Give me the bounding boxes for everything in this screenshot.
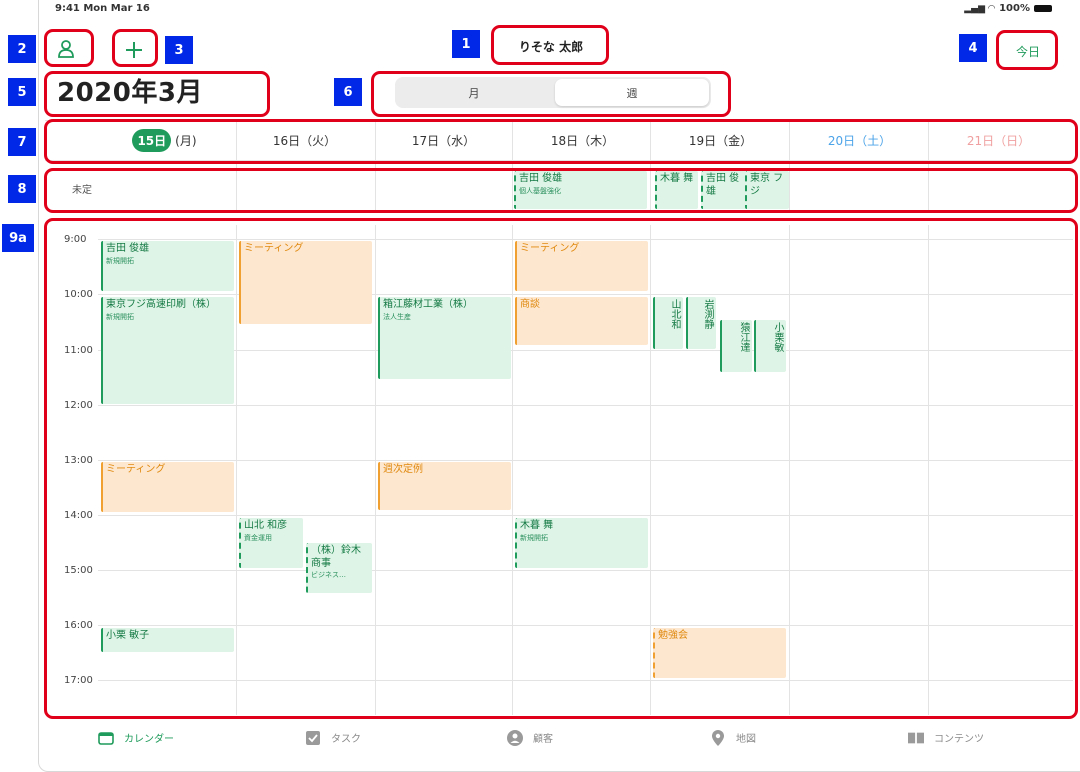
tab-label: カレンダー (124, 734, 174, 745)
annotation-tag-6: 6 (334, 78, 362, 106)
tab-customer[interactable]: 顧客 (507, 729, 553, 746)
highlight-box-2 (44, 29, 94, 67)
tab-bar: カレンダー タスク 顧客 地図 コンテンツ (40, 720, 1080, 770)
tab-calendar[interactable]: カレンダー (98, 730, 174, 745)
highlight-box-7 (44, 119, 1078, 164)
annotation-tag-8: 8 (8, 175, 36, 203)
battery-percent: 100% (999, 3, 1030, 14)
highlight-box-6 (371, 71, 731, 117)
highlight-box-1 (491, 25, 609, 65)
annotation-tag-2: 2 (8, 35, 36, 63)
annotation-tag-3: 3 (165, 36, 193, 64)
highlight-box-9a (44, 218, 1078, 719)
signal-icon: ▂▄▆ ◠ (964, 3, 996, 14)
tab-label: 地図 (736, 734, 756, 745)
book-icon (908, 731, 924, 745)
annotation-tag-1: 1 (452, 30, 480, 58)
annotation-tag-9a: 9a (2, 224, 34, 252)
annotation-tag-7: 7 (8, 128, 36, 156)
tab-label: コンテンツ (934, 734, 984, 745)
tab-map[interactable]: 地図 (710, 729, 756, 746)
status-time: 9:41 Mon Mar 16 (55, 3, 150, 14)
map-pin-icon (710, 729, 726, 746)
battery-icon (1034, 5, 1052, 12)
tab-task[interactable]: タスク (305, 730, 361, 745)
person-circle-icon (507, 729, 523, 746)
annotation-tag-4: 4 (959, 34, 987, 62)
tab-label: タスク (331, 734, 361, 745)
tab-label: 顧客 (533, 734, 553, 745)
highlight-box-5 (44, 71, 270, 117)
highlight-box-8 (44, 168, 1078, 213)
highlight-box-3 (112, 29, 158, 67)
tab-contents[interactable]: コンテンツ (908, 730, 984, 745)
status-indicators: ▂▄▆ ◠ 100% (964, 3, 1052, 14)
highlight-box-4 (996, 30, 1058, 70)
checkbox-icon (305, 730, 321, 745)
calendar-icon (98, 731, 114, 745)
annotation-tag-5: 5 (8, 78, 36, 106)
